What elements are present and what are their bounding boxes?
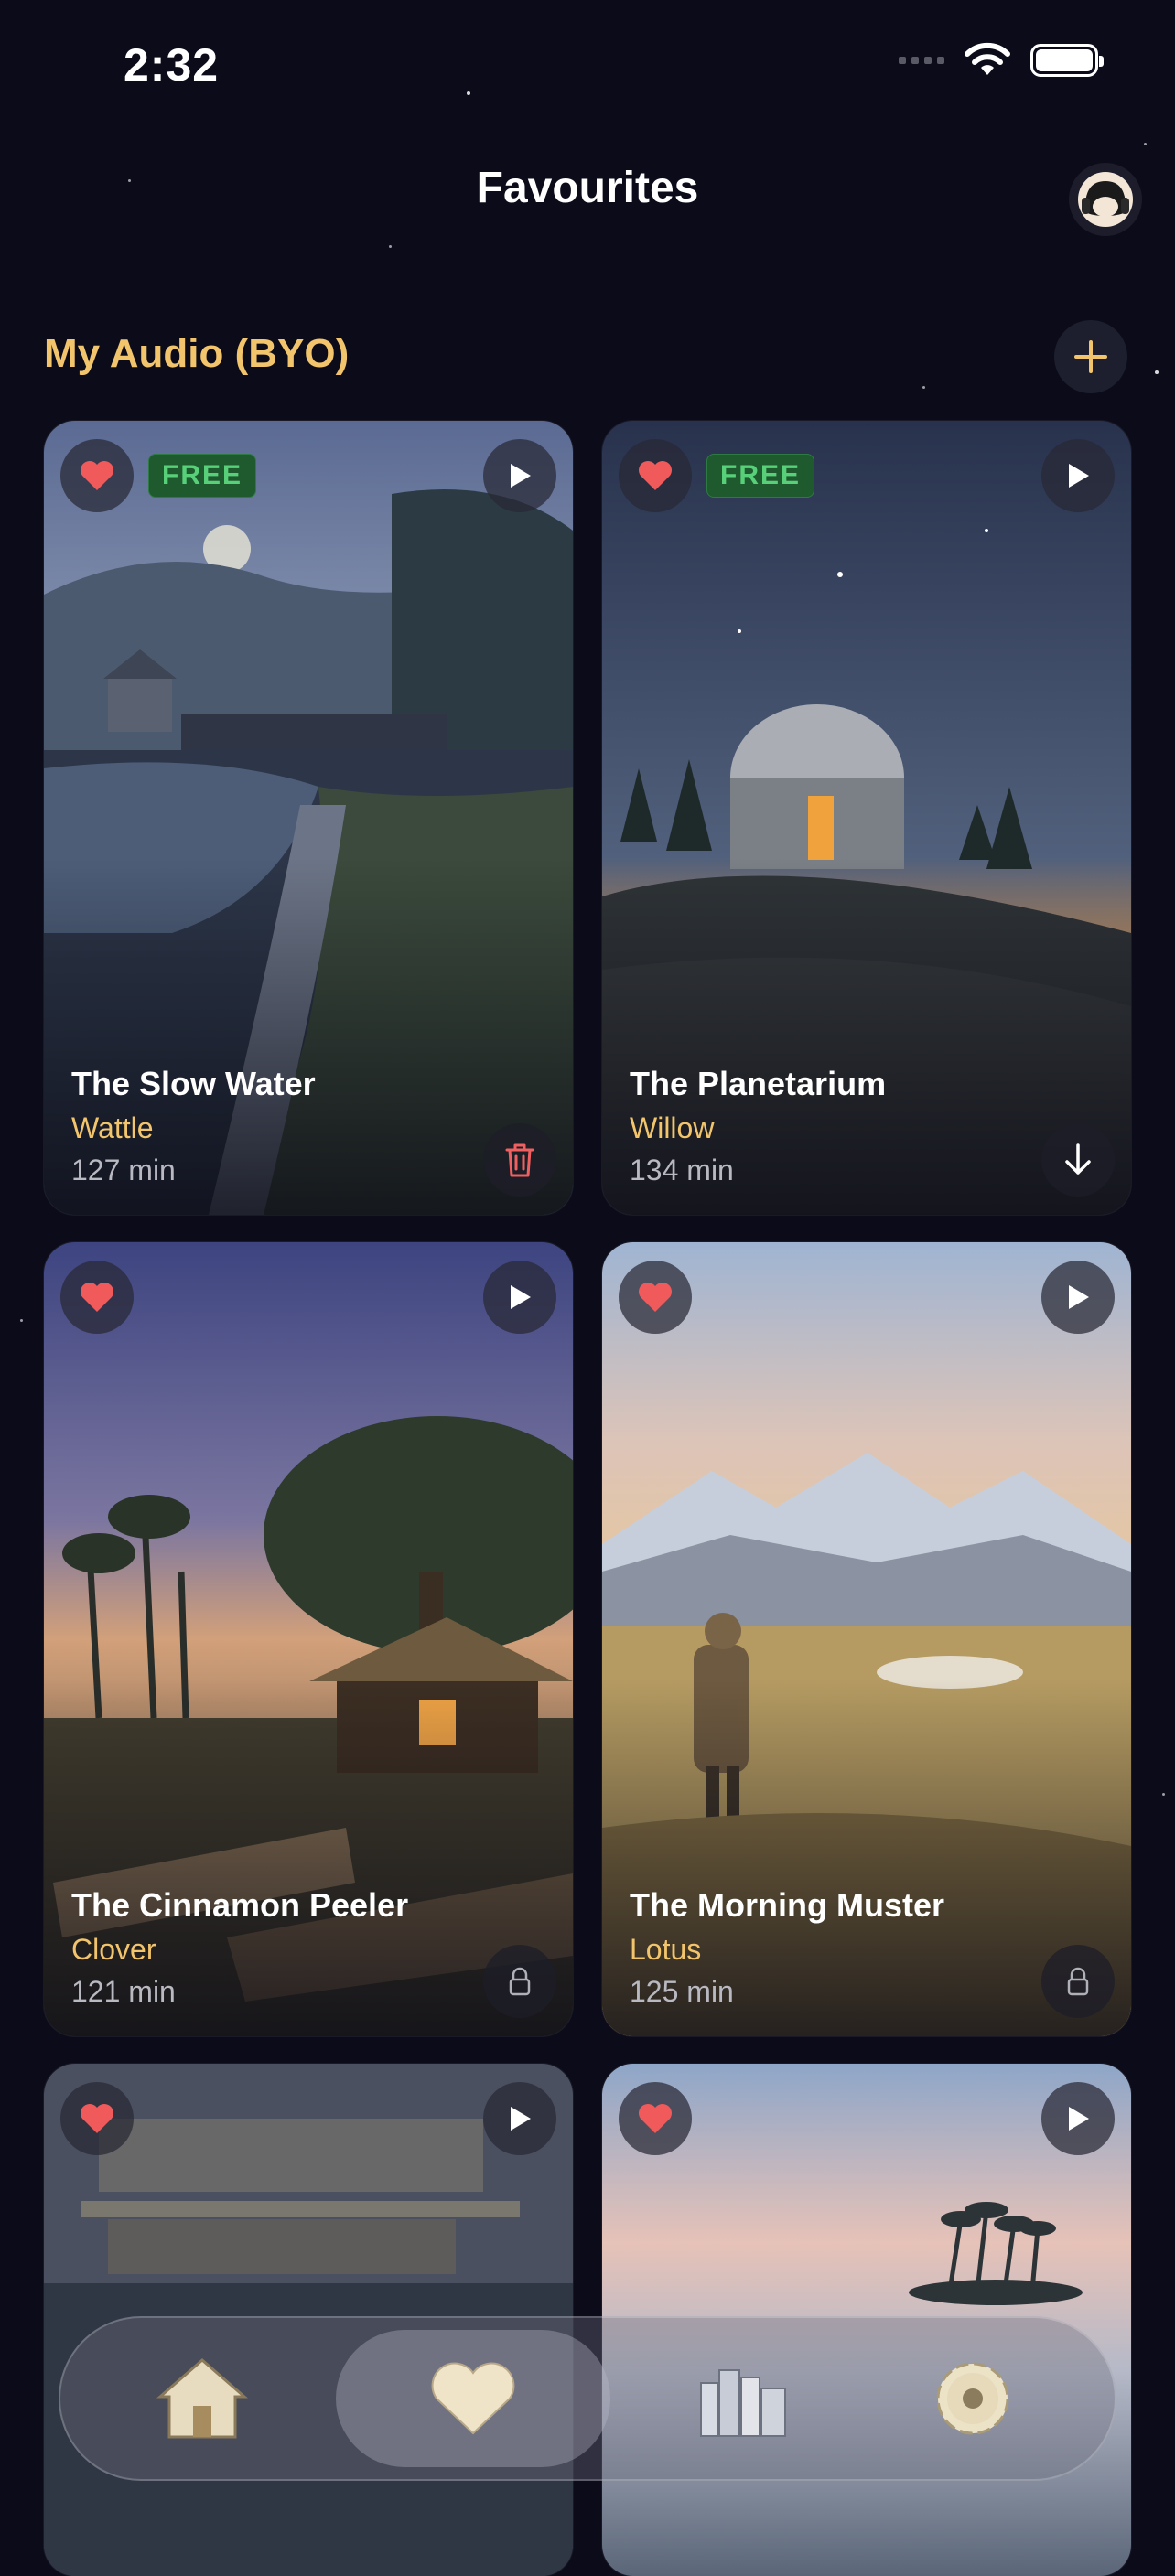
- play-icon: [1069, 1285, 1089, 1309]
- home-icon: [156, 2358, 249, 2439]
- settings-icon: [936, 2362, 1009, 2435]
- tab-bar: [59, 2316, 1116, 2481]
- tab-settings[interactable]: [877, 2330, 1069, 2467]
- play-button[interactable]: [483, 1261, 556, 1334]
- card-author: Willow: [630, 1111, 715, 1144]
- card-duration: 121 min: [71, 1975, 176, 2008]
- tab-home[interactable]: [106, 2330, 298, 2467]
- audio-card[interactable]: FREE The Planetarium Willow 134 min: [602, 421, 1131, 1215]
- download-button[interactable]: [1041, 1123, 1115, 1197]
- favourite-button[interactable]: [60, 1261, 134, 1334]
- favourite-button[interactable]: [60, 2082, 134, 2155]
- heart-icon: [431, 2362, 515, 2435]
- lock-icon: [509, 1967, 531, 1996]
- favourite-button[interactable]: [619, 1261, 692, 1334]
- play-button[interactable]: [1041, 1261, 1115, 1334]
- heart-icon: [639, 1283, 672, 1312]
- status-time: 2:32: [124, 39, 220, 91]
- page-title: Favourites: [476, 164, 699, 212]
- star-decoration: [467, 91, 470, 95]
- card-title: The Slow Water: [71, 1065, 316, 1102]
- audio-card[interactable]: The Morning Muster Lotus 125 min: [602, 1242, 1131, 2036]
- heart-icon: [81, 461, 113, 490]
- card-author: Wattle: [71, 1111, 154, 1144]
- card-duration: 127 min: [71, 1154, 176, 1186]
- audio-card[interactable]: The Cinnamon Peeler Clover 121 min: [44, 1242, 573, 2036]
- play-button[interactable]: [483, 439, 556, 512]
- play-button[interactable]: [483, 2082, 556, 2155]
- star-decoration: [389, 245, 392, 248]
- favourite-button[interactable]: [619, 2082, 692, 2155]
- profile-button[interactable]: [1069, 163, 1142, 236]
- play-icon: [511, 464, 531, 488]
- section-title: My Audio (BYO): [44, 331, 350, 376]
- card-author: Lotus: [630, 1933, 702, 1966]
- star-decoration: [20, 1319, 23, 1322]
- wifi-icon: [965, 42, 1010, 75]
- star-decoration: [922, 386, 925, 389]
- download-icon: [1065, 1143, 1091, 1175]
- card-author: Clover: [71, 1933, 156, 1966]
- locked-indicator: [1041, 1945, 1115, 2018]
- play-icon: [511, 1285, 531, 1309]
- play-icon: [1069, 464, 1089, 488]
- trash-icon: [505, 1143, 534, 1177]
- delete-button[interactable]: [483, 1123, 556, 1197]
- star-decoration: [1162, 1793, 1165, 1796]
- heart-icon: [639, 2104, 672, 2133]
- audio-card[interactable]: FREE The Slow Water Wattle 127 min: [44, 421, 573, 1215]
- status-icons: [899, 42, 1104, 79]
- play-button[interactable]: [1041, 2082, 1115, 2155]
- library-icon: [700, 2369, 787, 2437]
- card-title: The Cinnamon Peeler: [71, 1886, 409, 1924]
- heart-icon: [639, 461, 672, 490]
- cellular-signal-icon: [899, 57, 944, 64]
- favourite-button[interactable]: [619, 439, 692, 512]
- star-decoration: [1155, 370, 1159, 374]
- heart-icon: [81, 2104, 113, 2133]
- free-badge: FREE: [706, 454, 815, 498]
- heart-icon: [81, 1283, 113, 1312]
- play-icon: [511, 2107, 531, 2131]
- card-duration: 125 min: [630, 1975, 734, 2008]
- add-audio-button[interactable]: [1054, 320, 1127, 393]
- card-duration: 134 min: [630, 1154, 734, 1186]
- plus-icon: [1074, 340, 1107, 373]
- locked-indicator: [483, 1945, 556, 2018]
- free-badge: FREE: [148, 454, 257, 498]
- star-decoration: [1144, 143, 1147, 145]
- lock-icon: [1067, 1967, 1089, 1996]
- play-icon: [1069, 2107, 1089, 2131]
- card-title: The Planetarium: [630, 1065, 887, 1102]
- tab-favourites[interactable]: [335, 2330, 610, 2467]
- headphones-avatar-icon: [1078, 172, 1133, 227]
- favourite-button[interactable]: [60, 439, 134, 512]
- battery-icon: [1030, 44, 1104, 77]
- tab-library[interactable]: [647, 2330, 839, 2467]
- play-button[interactable]: [1041, 439, 1115, 512]
- card-title: The Morning Muster: [630, 1886, 944, 1924]
